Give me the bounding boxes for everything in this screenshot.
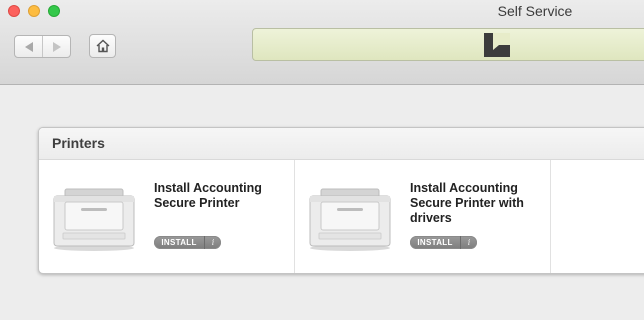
home-button[interactable] (89, 34, 116, 58)
printer-icon (53, 188, 135, 251)
toolbar: Self Service (0, 0, 644, 85)
forward-button[interactable] (43, 36, 70, 57)
install-button[interactable]: INSTALL i (154, 236, 221, 249)
brand-logo-icon (484, 33, 510, 57)
catalog-item[interactable]: Install Accounting Secure Printer INSTAL… (39, 160, 295, 273)
navigation-buttons (14, 35, 71, 58)
house-icon (96, 39, 109, 53)
install-button[interactable]: INSTALL i (410, 236, 477, 249)
zoom-window-button[interactable] (48, 5, 60, 17)
status-banner (252, 28, 644, 61)
chevron-right-icon (52, 41, 61, 52)
empty-item-slot (551, 160, 644, 273)
item-title: Install Accounting Secure Printer with d… (410, 181, 524, 225)
printers-section: Printers Install Accounting Secure Print… (38, 127, 644, 274)
item-title: Install Accounting Secure Printer (154, 181, 262, 210)
back-button[interactable] (15, 36, 43, 57)
catalog-item[interactable]: Install Accounting Secure Printer with d… (295, 160, 551, 273)
install-button-label: INSTALL (417, 238, 453, 247)
chevron-left-icon (24, 41, 33, 52)
install-button-label: INSTALL (161, 238, 197, 247)
section-title: Printers (39, 128, 644, 160)
info-icon[interactable]: i (460, 236, 477, 249)
minimize-window-button[interactable] (28, 5, 40, 17)
info-icon[interactable]: i (204, 236, 221, 249)
window-title: Self Service (497, 3, 573, 19)
close-window-button[interactable] (8, 5, 20, 17)
printer-icon (309, 188, 391, 251)
printer-list: Install Accounting Secure Printer INSTAL… (39, 160, 644, 273)
